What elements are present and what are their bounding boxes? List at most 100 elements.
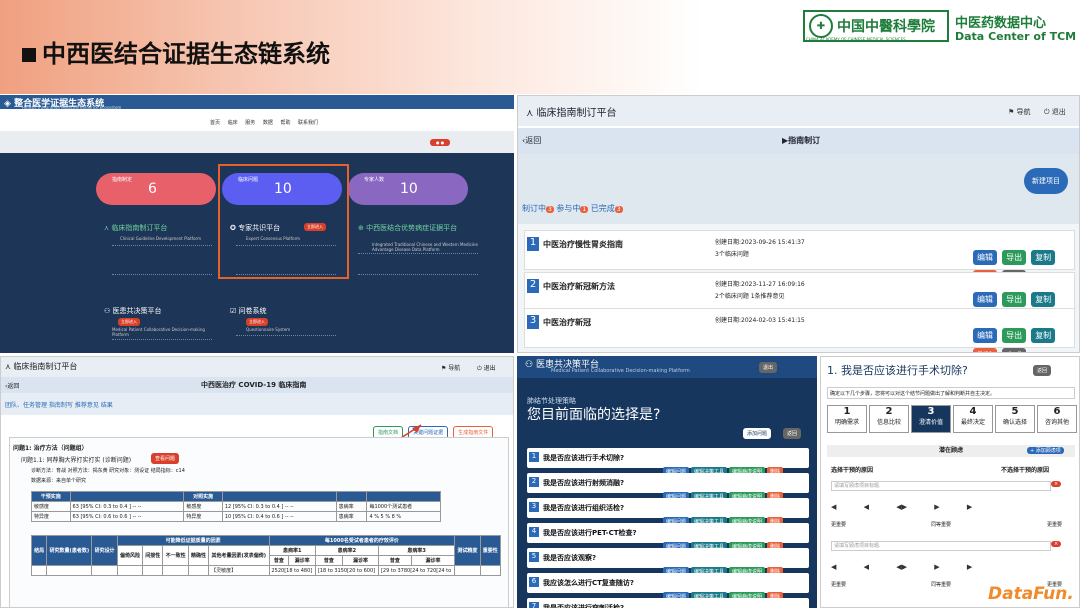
tab-completed[interactable]: 已完成 [591,204,615,213]
p3-nav-home[interactable]: ⚑ 导航 [441,363,460,372]
td: [18 to 3150[20 to 600] [314,565,379,576]
th: 其他考量因素(发表偏倚) [208,545,270,566]
edit-button[interactable]: 编辑 [973,328,997,343]
slide-title: 中西医结合证据生态链系统 [22,34,330,69]
guideline-row[interactable]: 2 中医治疗新冠新方法 创建日期:2023-11-27 16:09:16 2个临… [524,272,1075,327]
back-button[interactable]: 返回 [783,428,802,439]
th: 研究设计 [91,535,118,566]
question-text: 我是否应该进行穿刺活检? [543,604,625,608]
view-question-button[interactable]: 查看问题 [151,453,180,464]
question-item[interactable]: 3 我是否应该进行组织活检? 编辑问题 编辑决策工具 编辑病虚说明 删除 [527,498,809,526]
p2-back[interactable]: ‹返回 [522,135,541,146]
question-number: 5 [529,552,539,562]
export-button[interactable]: 导出 [1002,328,1027,343]
nav-service[interactable]: 服务 [245,120,255,126]
slide-title-text: 中西医结合证据生态链系统 [42,40,330,68]
edit-button[interactable]: 编辑 [973,250,997,265]
p2-title-text: 临床指南制订平台 [536,108,617,119]
row-name: 中医治疗新冠新方法 [543,282,615,291]
data-center-cn: 中医药数据中心 [955,16,1047,31]
complete-button[interactable]: 完成 [1002,348,1027,352]
p1-login-button[interactable]: ● ● [430,139,451,146]
tab-participating[interactable]: 参与中 [556,204,580,213]
step-item[interactable]: 6 咨询其他 [1037,405,1077,433]
td: [29 to 3780[24 to 720[24 to [377,565,456,576]
back-label: 返回 [7,383,20,390]
nav-contact[interactable]: 联系我们 [298,120,318,126]
card-en: Integrated Traditional Chinese and Weste… [372,242,478,253]
question-item[interactable]: 1 我是否应该进行手术切除? 编辑问题 编辑决策工具 编辑病虚说明 删除 [527,448,809,476]
p3-nav-exit[interactable]: ⏻ 退出 [477,363,496,373]
guideline-row[interactable]: 1 中医治疗慢性胃炎指南 创建日期:2023-09-26 15:41:37 3个… [524,230,1075,285]
card-consensus[interactable]: ✪ 专家共识平台 [230,223,280,233]
td: 【灵敏度】 [208,565,270,576]
enter-button[interactable]: 立即进入 [246,318,268,326]
copy-button[interactable]: 复制 [1031,292,1056,307]
importance-left: 更重要 [831,522,847,528]
exit-button[interactable]: 退出 [759,362,778,373]
add-concern-button[interactable]: + 添加顾虑项 [1027,447,1064,454]
card-shared-decision[interactable]: ⚇ 医患共决策平台 [104,306,162,316]
scale-arrows[interactable]: ◀ ◀ ◀▶ ▶ ▶ [831,503,972,511]
question-text: 我是否应该进行手术切除? [543,454,625,462]
question-number: 7 [529,602,539,608]
p3-back[interactable]: ‹返回 [5,381,19,390]
question-item[interactable]: 4 我是否应该进行PET-CT检查? 编辑问题 编辑决策工具 编辑病虚说明 删除 [527,523,809,551]
p2-nav-exit[interactable]: ⏻ 退出 [1044,107,1066,117]
p2-nav-home[interactable]: ⚑ 导航 [1008,107,1031,117]
export-button[interactable]: 导出 [1002,250,1027,265]
p1-nav[interactable]: 首页 临床 服务 数据 帮助 联系我们 [210,119,318,126]
card-tcm-evidence[interactable]: ⊕ 中西医结合优势病症证据平台 [358,223,488,233]
card-questionnaire[interactable]: ☑ 问卷系统 [230,306,267,316]
nav-data[interactable]: 数据 [263,120,273,126]
tab-in-progress[interactable]: 制订中 [522,204,546,213]
step-item[interactable]: 2 信息比较 [869,405,909,433]
th: 患病率1 [268,545,316,556]
p3-crumbs[interactable]: 团队、任务管理 指南制写 推荐意见 结果 [5,400,113,409]
question-item[interactable]: 5 我是否应该观察? 编辑问题 编辑决策工具 编辑病虚说明 删除 [527,548,809,576]
delete-button[interactable]: 删除 [973,348,997,352]
datafun-watermark: DataFun. [988,584,1074,604]
question-number: 3 [529,502,539,512]
question-number: 1 [529,452,539,462]
question-number: 6 [529,577,539,587]
nav-clinical[interactable]: 临床 [228,120,238,126]
row-actions: 编辑 导出 复制 删除 完成 [973,323,1074,352]
copy-button[interactable]: 复制 [1031,250,1056,265]
question-item[interactable]: 7我是否应该进行穿刺活检?编辑问题编辑决策工具编辑病虚说明删除 [527,598,809,608]
step-item[interactable]: 1 明确需求 [827,405,867,433]
nav-home[interactable]: 首页 [210,120,220,126]
th [366,491,441,502]
step-description: 确定以下几个步骤，您将可以对这个结节问题做出了解和判断并自主决定。 [827,387,1075,399]
enter-button[interactable]: 立即进入 [118,318,140,326]
export-button[interactable]: 导出 [1002,292,1027,307]
guideline-row[interactable]: 3 中医治疗新冠 创建日期:2024-02-03 15:41:15 编辑 导出 … [524,308,1075,352]
new-project-button[interactable]: 新建项目 [1024,168,1068,194]
add-question-button[interactable]: 添加问题 [743,428,772,439]
p5-title: 1. 我是否应该进行手术切除? [827,364,968,377]
nav-help[interactable]: 帮助 [280,120,290,126]
shared-decision-panel: ⚇ 医患共决策平台 Medical Patient Collaborative … [517,356,817,608]
row-number: 1 [527,237,539,251]
step-item[interactable]: 5 确认选择 [995,405,1035,433]
th: 测试精度 [454,535,481,566]
step-item[interactable]: 4 最终决定 [953,405,993,433]
row-date: 创建日期:2024-02-03 15:41:15 [715,317,805,324]
question-item[interactable]: 6 我应该怎么进行CT复查随访? 编辑问题 编辑决策工具 编辑病虚说明 删除 [527,573,809,601]
edit-button[interactable]: 编辑 [973,292,997,307]
concern-input[interactable]: 请填写顾虑项目标题. [831,481,1051,491]
stat-experts[interactable]: 专家人数 10 [348,173,468,205]
copy-button[interactable]: 复制 [1031,328,1056,343]
concern-input[interactable]: 请填写顾虑项目标题. [831,541,1051,551]
scale-arrows[interactable]: ◀ ◀ ◀▶ ▶ ▶ [831,563,972,571]
card-guideline[interactable]: ⋏ 临床指南制订平台 [104,223,167,233]
stat-guidelines[interactable]: 指南制定 6 [96,173,216,205]
enter-button[interactable]: 立即进入 [304,223,326,231]
remove-button[interactable]: × [1051,541,1062,547]
question-item[interactable]: 2 我是否应该进行射频消融? 编辑问题 编辑决策工具 编辑病虚说明 删除 [527,473,809,501]
row-date: 创建日期:2023-11-27 16:09:16 [715,281,805,288]
back-button[interactable]: 返回 [1033,365,1052,376]
remove-button[interactable]: × [1051,481,1062,487]
th: 间接性 [142,545,164,566]
step-item[interactable]: 3 澄清价值 [911,405,951,433]
